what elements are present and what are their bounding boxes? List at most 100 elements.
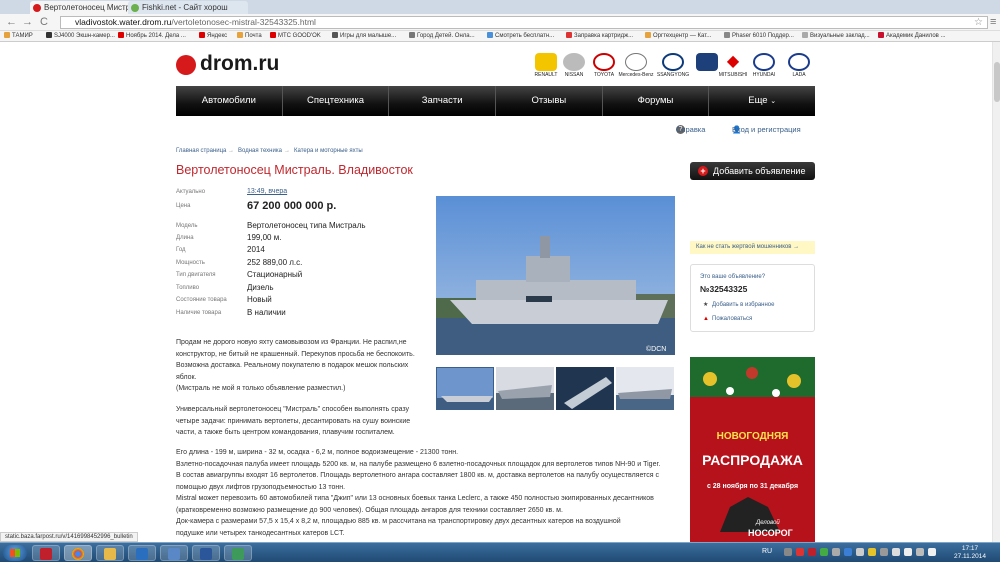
- bookmark-item[interactable]: Город Детей. Онла...: [409, 31, 475, 41]
- bookmark-item[interactable]: Заправка картридж...: [566, 31, 633, 41]
- flag-icon[interactable]: [916, 548, 924, 556]
- brand-hyundai[interactable]: HYUNDAI: [751, 53, 777, 78]
- thumbnail-1[interactable]: [436, 367, 494, 410]
- brand-gaz[interactable]: [694, 53, 720, 71]
- brand-mercedes[interactable]: Mercedes-Benz: [618, 53, 654, 78]
- taskbar-word[interactable]: [192, 545, 220, 561]
- taskbar-explorer[interactable]: [96, 545, 124, 561]
- taskbar-app[interactable]: [128, 545, 156, 561]
- bookmark-item[interactable]: МТС GOOD'OK: [270, 31, 321, 41]
- main-photo[interactable]: ©DCN: [436, 196, 675, 355]
- nav-special-equipment[interactable]: Спецтехника: [283, 86, 390, 116]
- scrollbar-thumb[interactable]: [994, 62, 1000, 102]
- back-button[interactable]: ←: [6, 16, 17, 29]
- drom-logo-icon: [176, 55, 196, 75]
- add-listing-button[interactable]: + Добавить объявление: [690, 162, 815, 180]
- banner-brand: НОСОРОГ: [748, 528, 793, 538]
- description-paragraph: Продам не дорого новую яхту самовывозом …: [176, 339, 415, 392]
- bookmark-item[interactable]: Phaser 6010 Поддер...: [724, 31, 794, 41]
- brand-lada[interactable]: LADA: [786, 53, 812, 78]
- tray-icon[interactable]: [820, 548, 828, 556]
- listing-number: №32543325: [700, 284, 748, 294]
- bookmark-item[interactable]: Академик Данилов ...: [878, 31, 946, 41]
- tray-icon[interactable]: [844, 548, 852, 556]
- bookmark-item[interactable]: Яндекс: [199, 31, 227, 41]
- language-indicator[interactable]: RU: [762, 548, 772, 555]
- mitsubishi-logo-icon: ◆: [722, 53, 744, 71]
- bookmark-item[interactable]: Оргтехцентр — Кат...: [645, 31, 711, 41]
- page-scrollbar[interactable]: [992, 42, 1000, 542]
- spec-row: Топливо Дизель: [176, 283, 274, 292]
- bookmark-item[interactable]: SJ4000 Экшн-камер...: [46, 31, 115, 41]
- spec-row: Длина 199,00 м.: [176, 233, 282, 242]
- updated-link[interactable]: 13:49, вчера: [247, 186, 287, 198]
- clock-time: 17:17: [961, 545, 979, 552]
- system-clock[interactable]: 17:17 27.11.2014: [950, 545, 990, 561]
- url-host: vladivostok.water.drom.ru: [75, 17, 172, 27]
- nav-parts[interactable]: Запчасти: [389, 86, 497, 116]
- tray-icon[interactable]: [856, 548, 864, 556]
- tab-title: Fishki.net - Сайт хорош: [142, 3, 228, 12]
- address-bar[interactable]: vladivostok.water.drom.ru/vertoletonosec…: [60, 16, 988, 29]
- thumbnail-3[interactable]: [556, 367, 614, 410]
- windows-logo-icon: [10, 549, 20, 557]
- tab-fishki[interactable]: Fishki.net - Сайт хорош: [128, 1, 248, 14]
- network-icon[interactable]: [892, 548, 900, 556]
- renault-logo-icon: [535, 53, 557, 71]
- nav-cars[interactable]: Автомобили: [176, 86, 283, 116]
- brand-toyota[interactable]: TOYOTA: [591, 53, 617, 78]
- taskbar-app[interactable]: [160, 545, 188, 561]
- hyundai-logo-icon: [753, 53, 775, 71]
- bookmark-item[interactable]: Визуальные заклад...: [802, 31, 870, 41]
- tray-icon[interactable]: [832, 548, 840, 556]
- thumbnail-4[interactable]: [616, 367, 674, 410]
- url-path: /vertoletonosec-mistral-32543325.html: [171, 17, 316, 27]
- star-icon: ★: [703, 302, 709, 308]
- clock-date: 27.11.2014: [953, 553, 987, 560]
- bookmark-star-icon[interactable]: ☆: [974, 17, 983, 28]
- photo-thumbnails: [436, 367, 675, 410]
- thumbnail-2[interactable]: [496, 367, 554, 410]
- bookmark-item[interactable]: ТАМИР: [4, 31, 33, 41]
- warning-icon: ▲: [703, 316, 709, 322]
- start-button[interactable]: [3, 545, 27, 561]
- spec-row: Наличие товара В наличии: [176, 308, 286, 317]
- spec-row: Состояние товара Новый: [176, 295, 272, 304]
- bookmark-item[interactable]: Почта: [237, 31, 262, 41]
- volume-icon[interactable]: [904, 548, 912, 556]
- tray-icon[interactable]: [808, 548, 816, 556]
- ad-banner[interactable]: НОВОГОДНЯЯ РАСПРОДАЖА с 28 ноября по 31 …: [690, 357, 815, 542]
- nav-forums[interactable]: Форумы: [603, 86, 710, 116]
- spec-row: Тип двигателя Стационарный: [176, 270, 303, 279]
- breadcrumb-home[interactable]: Главная страница: [176, 148, 226, 154]
- tray-icon[interactable]: [880, 548, 888, 556]
- brand-ssangyong[interactable]: SSANGYONG: [657, 53, 689, 78]
- tray-icon[interactable]: [784, 548, 792, 556]
- breadcrumb-boats[interactable]: Катера и моторные яхты: [294, 148, 363, 154]
- complain-link[interactable]: ▲ Пожаловаться: [703, 316, 752, 322]
- taskbar-app[interactable]: [32, 545, 60, 561]
- nav-more[interactable]: Еще ⌄: [709, 86, 815, 116]
- banner-dates: с 28 ноября по 31 декабря: [706, 483, 799, 490]
- taskbar-chrome[interactable]: [64, 545, 92, 561]
- tray-icon[interactable]: [796, 548, 804, 556]
- taskbar-app[interactable]: [224, 545, 252, 561]
- bookmark-item[interactable]: Игры для малыше...: [332, 31, 396, 41]
- forward-button[interactable]: →: [22, 16, 33, 29]
- chrome-menu-icon[interactable]: ≡: [990, 16, 996, 29]
- bookmark-item[interactable]: Смотреть бесплатн...: [487, 31, 554, 41]
- nav-reviews[interactable]: Отзывы: [496, 86, 603, 116]
- reload-button[interactable]: C: [40, 16, 48, 29]
- mercedes-logo-icon: [625, 53, 647, 71]
- windows-taskbar: RU 17:17 27.11.2014: [0, 542, 1000, 562]
- add-favorite-link[interactable]: ★ Добавить в избранное: [703, 301, 774, 308]
- tray-icon[interactable]: [868, 548, 876, 556]
- ownership-question-link[interactable]: Это ваше объявление?: [700, 274, 765, 280]
- battery-icon[interactable]: [928, 548, 936, 556]
- ssangyong-logo-icon: [662, 53, 684, 71]
- breadcrumb-water[interactable]: Водная техника: [238, 148, 282, 154]
- spec-row: Актуально 13:49, вчера: [176, 186, 426, 198]
- fraud-warning-link[interactable]: Как не стать жертвой мошенников →: [690, 241, 815, 254]
- bookmark-item[interactable]: Ноябрь 2014. Дела ...: [118, 31, 186, 41]
- description-details: Его длина - 199 м, ширина - 32 м, осадка…: [176, 449, 661, 537]
